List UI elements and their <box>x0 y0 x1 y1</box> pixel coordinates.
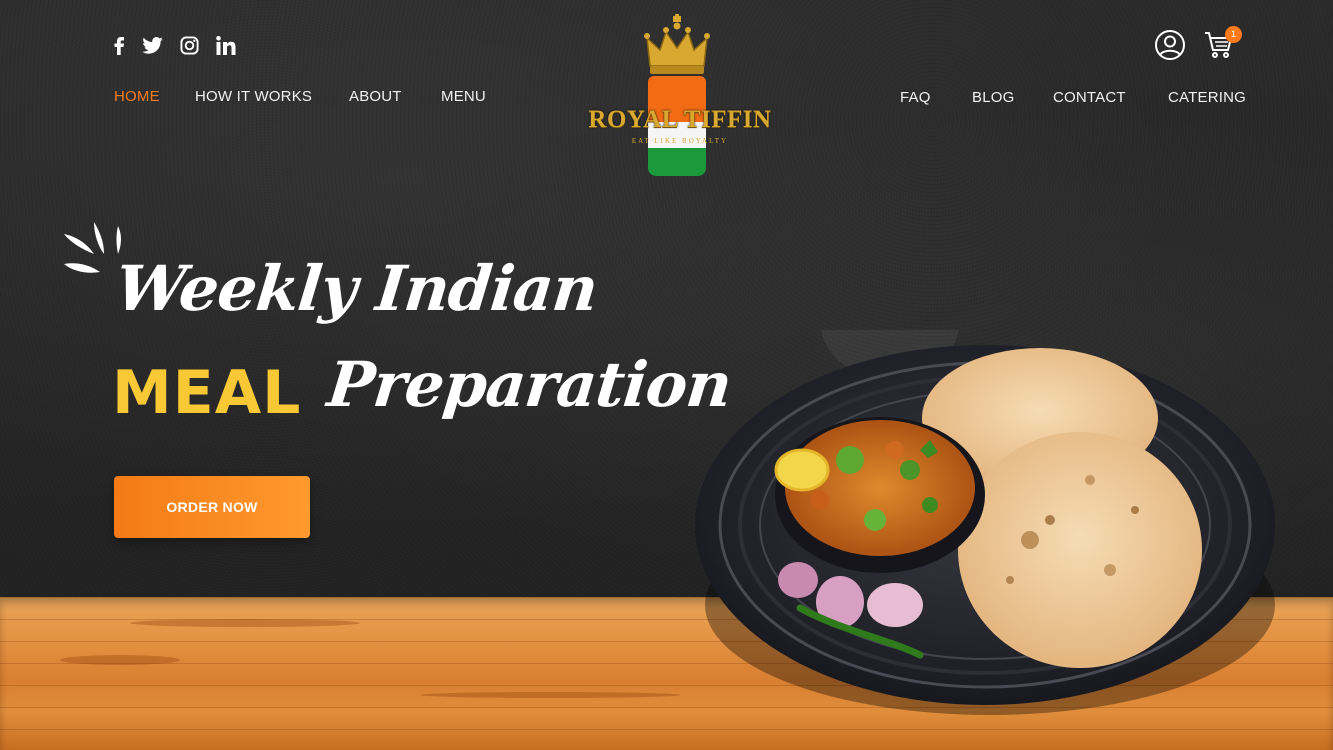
linkedin-icon[interactable] <box>216 36 236 55</box>
nav-how-it-works[interactable]: HOW IT WORKS <box>195 88 312 105</box>
wood-knot <box>60 655 180 665</box>
logo-tagline: EAT LIKE ROYALTY <box>631 137 729 145</box>
nav-catering[interactable]: CATERING <box>1168 89 1246 106</box>
nav-about[interactable]: ABOUT <box>349 88 402 105</box>
nav-faq[interactable]: FAQ <box>900 89 931 106</box>
twitter-icon[interactable] <box>142 37 163 54</box>
hero-title-meal: MEAL <box>112 358 302 428</box>
nav-home[interactable]: HOME <box>114 88 160 105</box>
user-icon[interactable] <box>1154 29 1186 61</box>
crown-icon <box>644 14 710 74</box>
nav-menu[interactable]: MENU <box>441 88 486 105</box>
food-plate-image <box>695 330 1275 715</box>
instagram-icon[interactable] <box>180 36 199 55</box>
nav-blog[interactable]: BLOG <box>972 89 1014 106</box>
facebook-icon[interactable] <box>113 36 125 55</box>
order-now-button[interactable]: ORDER NOW <box>114 476 310 538</box>
cart-count-badge: 1 <box>1225 26 1242 43</box>
royal-tiffin-logo[interactable]: ROYAL TIFFIN EAT LIKE ROYALTY <box>578 14 782 180</box>
hero-title-preparation: Preparation <box>324 348 735 421</box>
wood-knot <box>130 619 360 627</box>
wood-knot <box>420 692 680 698</box>
social-links <box>113 36 236 55</box>
logo-brand-text: ROYAL TIFFIN <box>588 106 772 133</box>
hero-title-line1: Weekly Indian <box>112 252 601 325</box>
nav-contact[interactable]: CONTACT <box>1053 89 1126 106</box>
logo-green-band <box>648 148 706 176</box>
